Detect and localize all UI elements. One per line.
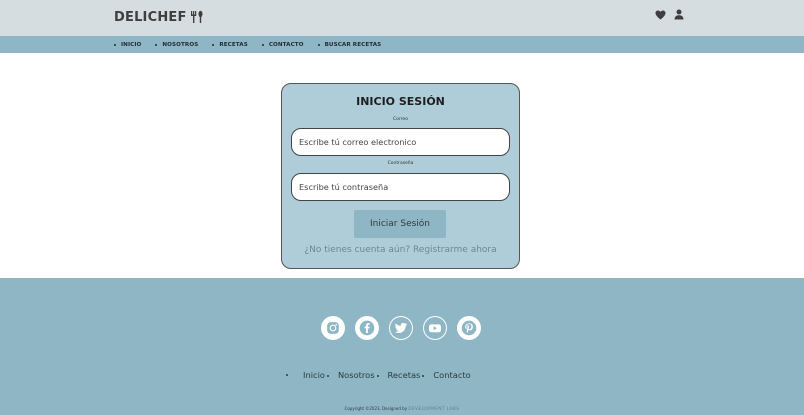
heart-icon[interactable] — [655, 9, 666, 20]
password-field[interactable] — [291, 173, 510, 201]
logo-text: DELICHEF — [114, 9, 187, 25]
nav-item-nosotros[interactable]: NOSOTROS — [155, 42, 198, 48]
fork-spoon-icon — [190, 10, 204, 24]
footer-link-contacto[interactable]: Contacto — [433, 370, 470, 380]
email-label: Correo — [393, 117, 408, 122]
copyright: Copyright ©2023, Designed by DEVELOPMENT… — [0, 406, 804, 411]
header-actions — [655, 9, 684, 20]
footer-link-nosotros[interactable]: Nosotros — [338, 370, 379, 380]
login-card: INICIO SESIÓN Correo Contraseña Iniciar … — [281, 83, 520, 269]
nav-item-contacto[interactable]: CONTACTO — [261, 41, 304, 48]
developer-link[interactable]: DEVELOPMENT LABS — [408, 406, 459, 411]
nav-item-buscar-recetas[interactable]: BUSCAR RECETAS — [317, 41, 382, 48]
pinterest-icon[interactable] — [457, 316, 481, 340]
main-nav-bar: INICIO NOSOTROS RECETAS CONTACTO BUSCAR … — [0, 36, 804, 53]
facebook-icon[interactable] — [355, 316, 379, 340]
user-icon[interactable] — [674, 9, 684, 20]
social-links — [321, 316, 481, 340]
login-title: INICIO SESIÓN — [356, 95, 445, 108]
logo[interactable]: DELICHEF — [114, 8, 204, 26]
footer-link-inicio[interactable]: Inicio — [303, 370, 329, 380]
nav-item-label: BUSCAR RECETAS — [324, 41, 382, 48]
footer-nav: Inicio Nosotros Recetas Contacto — [286, 370, 480, 380]
footer-link-recetas[interactable]: Recetas — [388, 370, 425, 380]
nav-item-label: CONTACTO — [268, 41, 304, 48]
nav-item-label: INICIO — [121, 41, 142, 48]
twitter-icon[interactable] — [389, 316, 413, 340]
nav-item-label: RECETAS — [219, 41, 248, 48]
top-header: DELICHEF — [0, 0, 804, 36]
copyright-text: Copyright ©2023, Designed by — [344, 406, 408, 411]
nav-item-inicio[interactable]: INICIO — [114, 42, 141, 48]
password-label: Contraseña — [387, 161, 414, 166]
register-link[interactable]: ¿No tienes cuenta aún? Registrarme ahora — [282, 245, 519, 255]
login-button[interactable]: Iniciar Sesión — [354, 210, 446, 238]
main-nav: INICIO NOSOTROS RECETAS CONTACTO BUSCAR … — [114, 36, 395, 53]
footer-link-label: Inicio — [303, 370, 325, 380]
nav-item-label: NOSOTROS — [162, 41, 199, 48]
footer-link-label: Recetas — [387, 370, 421, 380]
nav-item-recetas[interactable]: RECETAS — [212, 42, 248, 48]
instagram-icon[interactable] — [321, 316, 345, 340]
footer-link-label: Nosotros — [337, 370, 375, 380]
youtube-icon[interactable] — [423, 316, 447, 340]
footer-link-label: Contacto — [433, 370, 471, 380]
email-field[interactable] — [291, 128, 510, 156]
footer: Inicio Nosotros Recetas Contacto Copyrig… — [0, 278, 804, 415]
